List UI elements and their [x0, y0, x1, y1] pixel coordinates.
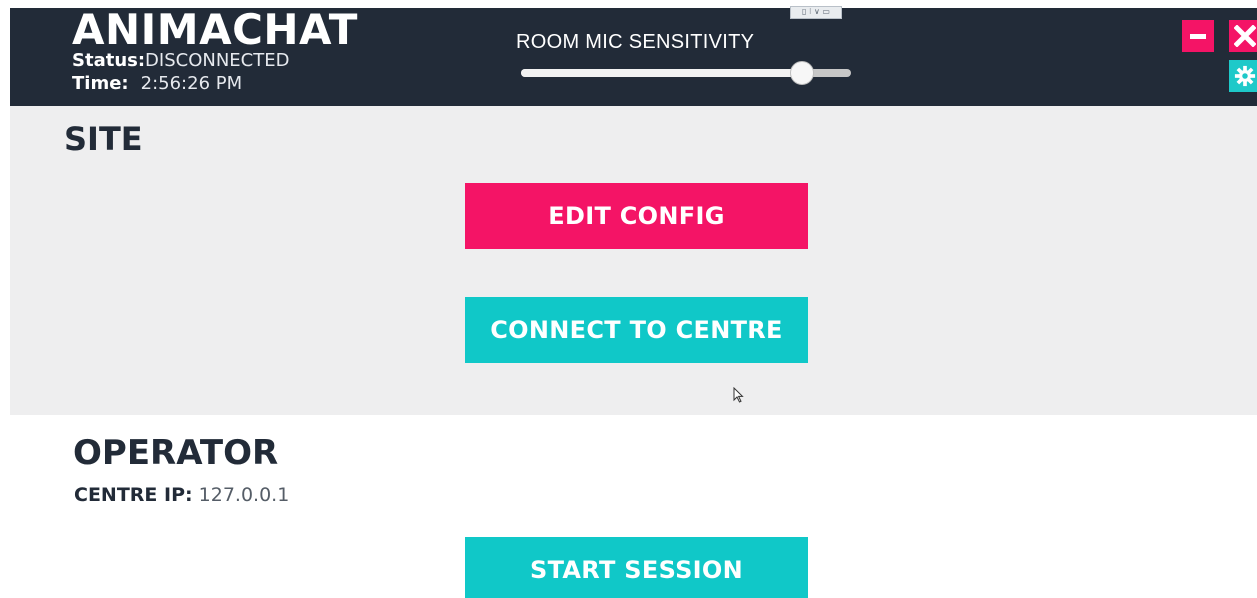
start-session-button[interactable]: START SESSION	[465, 537, 808, 598]
operator-title: OPERATOR	[73, 433, 279, 473]
status-label: Status:	[72, 50, 146, 71]
time-line: Time: 2:56:26 PM	[72, 73, 242, 95]
close-icon	[1234, 25, 1256, 47]
tiny-toolbar-widget[interactable]: ▯ ⁝ ∨ ▭	[790, 6, 842, 19]
time-value: 2:56:26 PM	[140, 73, 243, 94]
minus-icon	[1190, 34, 1206, 39]
header-bar: ANIMACHAT Status:DISCONNECTED Time: 2:56:…	[10, 5, 1257, 106]
centre-ip-value: 127.0.0.1	[198, 484, 290, 506]
slider-thumb[interactable]	[790, 61, 814, 85]
minimize-button[interactable]	[1182, 20, 1214, 52]
status-line: Status:DISCONNECTED	[72, 50, 289, 72]
mic-sensitivity-slider[interactable]	[521, 61, 851, 85]
site-section: SITE EDIT CONFIG CONNECT TO CENTRE	[10, 106, 1257, 415]
app-title: ANIMACHAT	[72, 5, 358, 54]
centre-ip-label: CENTRE IP:	[74, 484, 193, 506]
operator-section: OPERATOR CENTRE IP: 127.0.0.1 START SESS…	[10, 415, 1257, 598]
connect-to-centre-button[interactable]: CONNECT TO CENTRE	[465, 297, 808, 363]
status-value: DISCONNECTED	[145, 50, 290, 71]
gear-icon	[1234, 65, 1256, 87]
app-window: ANIMACHAT Status:DISCONNECTED Time: 2:56:…	[0, 0, 1257, 598]
slider-fill	[521, 69, 802, 77]
time-label: Time:	[72, 73, 129, 94]
edit-config-button[interactable]: EDIT CONFIG	[465, 183, 808, 249]
settings-button[interactable]	[1229, 60, 1257, 92]
mic-sensitivity-label: ROOM MIC SENSITIVITY	[516, 31, 755, 53]
close-button[interactable]	[1229, 20, 1257, 52]
site-title: SITE	[64, 120, 143, 158]
mouse-cursor-icon	[733, 387, 744, 403]
centre-ip-line: CENTRE IP: 127.0.0.1	[74, 484, 289, 506]
